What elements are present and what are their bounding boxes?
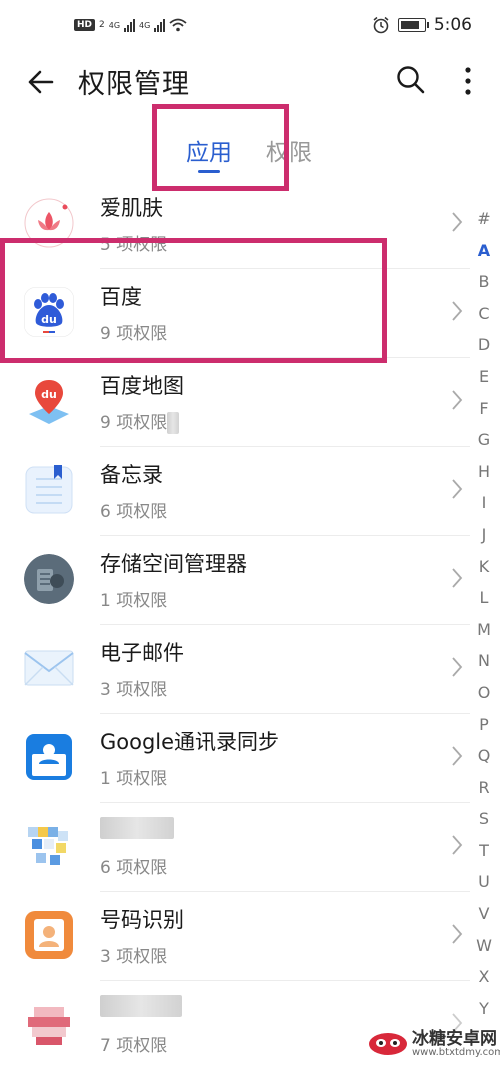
blurred-text: [167, 412, 180, 434]
wifi-icon: [169, 18, 187, 32]
permission-count: 3 项权限: [100, 947, 168, 967]
chevron-right-icon: [452, 479, 463, 499]
network-type-1: 4G: [108, 20, 121, 30]
watermark-text: 冰糖安卓网 www.btxtdmy.com: [412, 1030, 500, 1058]
signal-icon: [124, 18, 136, 32]
search-icon[interactable]: [395, 64, 427, 96]
chevron-right-icon: [452, 568, 463, 588]
notepad-icon: [25, 465, 73, 514]
index-letter[interactable]: #: [470, 203, 498, 235]
index-letter[interactable]: E: [470, 361, 498, 393]
index-letter[interactable]: L: [470, 582, 498, 614]
app-name: 百度地图: [100, 374, 184, 398]
hd-indicator: HD: [74, 19, 96, 31]
status-left: HD 2 4G 4G: [74, 18, 187, 32]
storage-cleaner-icon: [24, 554, 74, 604]
list-item-baidu-map[interactable]: du 百度地图 9 项权限: [0, 358, 470, 447]
battery-icon: [397, 18, 429, 32]
network-type-2: 4G: [139, 20, 151, 30]
index-letter[interactable]: U: [470, 866, 498, 898]
envelope-icon: [24, 650, 74, 686]
index-letter[interactable]: A: [470, 235, 498, 267]
chevron-right-icon: [452, 390, 463, 410]
status-bar: HD 2 4G 4G 5:06: [0, 0, 500, 58]
app-name: [100, 815, 174, 839]
chevron-right-icon: [452, 924, 463, 944]
watermark-url: www.btxtdmy.com: [412, 1047, 500, 1058]
permission-count: 1 项权限: [100, 769, 168, 789]
permission-count-text: 9 项权限: [100, 413, 168, 433]
list-item-google-contacts-sync[interactable]: Google通讯录同步 1 项权限: [0, 714, 470, 803]
blurred-text: [100, 995, 182, 1017]
chevron-right-icon: [452, 746, 463, 766]
alphabet-index[interactable]: # A B C D E F G H I J K L M N O P Q R S T U V W X Y: [470, 203, 498, 1024]
page-title: 权限管理: [78, 69, 190, 100]
index-letter[interactable]: Q: [470, 740, 498, 772]
app-bar: 权限管理: [0, 58, 500, 108]
list-item-notes[interactable]: 备忘录 6 项权限: [0, 447, 470, 536]
index-letter[interactable]: V: [470, 898, 498, 930]
permission-count: 1 项权限: [100, 591, 168, 611]
app-name: 备忘录: [100, 463, 163, 487]
list-item-caller-id[interactable]: 号码识别 3 项权限: [0, 892, 470, 981]
caller-id-icon: [25, 911, 73, 959]
chevron-right-icon: [452, 835, 463, 855]
index-letter[interactable]: F: [470, 393, 498, 425]
index-letter[interactable]: G: [470, 424, 498, 456]
list-item-blurred-app[interactable]: 6 项权限: [0, 803, 470, 892]
watermark: 冰糖安卓网 www.btxtdmy.com: [368, 1030, 500, 1058]
index-letter[interactable]: P: [470, 709, 498, 741]
highlight-box-tabs: [152, 104, 289, 191]
highlight-box-baidu: [0, 238, 387, 363]
blurred-app-icon: [28, 1007, 70, 1045]
permission-count: 9 项权限: [100, 408, 180, 434]
chevron-right-icon: [452, 212, 463, 232]
blurred-text: [100, 817, 174, 839]
permission-count: 6 项权限: [100, 502, 168, 522]
app-name: [100, 993, 182, 1017]
list-item-email[interactable]: 电子邮件 3 项权限: [0, 625, 470, 714]
chevron-right-icon: [452, 301, 463, 321]
index-letter[interactable]: D: [470, 329, 498, 361]
index-letter[interactable]: J: [470, 519, 498, 551]
app-name: 爱肌肤: [100, 196, 163, 220]
index-letter[interactable]: R: [470, 772, 498, 804]
app-name: Google通讯录同步: [100, 730, 280, 754]
app-name: 电子邮件: [100, 641, 184, 665]
more-vertical-icon[interactable]: [456, 64, 480, 98]
index-letter[interactable]: O: [470, 677, 498, 709]
alarm-icon: [373, 16, 389, 34]
chevron-right-icon: [452, 657, 463, 677]
contacts-icon: [26, 734, 72, 780]
clock: 5:06: [433, 15, 472, 35]
index-letter[interactable]: N: [470, 645, 498, 677]
index-letter[interactable]: H: [470, 456, 498, 488]
index-letter[interactable]: Y: [470, 993, 498, 1025]
app-name: 号码识别: [100, 908, 184, 932]
svg-text:du: du: [41, 388, 57, 401]
permission-count: 7 项权限: [100, 1036, 168, 1056]
index-letter[interactable]: M: [470, 614, 498, 646]
blurred-app-icon: [28, 827, 68, 865]
app-name: 存储空间管理器: [100, 552, 247, 576]
map-pin-icon: du: [29, 380, 69, 424]
watermark-logo-icon: [369, 1033, 407, 1055]
back-arrow-icon[interactable]: [24, 64, 60, 100]
index-letter[interactable]: B: [470, 266, 498, 298]
index-letter[interactable]: W: [470, 930, 498, 962]
index-letter[interactable]: S: [470, 803, 498, 835]
permission-count: 3 项权限: [100, 680, 168, 700]
list-item-storage-manager[interactable]: 存储空间管理器 1 项权限: [0, 536, 470, 625]
hd-sub: 2: [99, 20, 105, 30]
index-letter[interactable]: T: [470, 835, 498, 867]
permission-count: 6 项权限: [100, 858, 168, 878]
signal-icon: [154, 18, 166, 32]
watermark-title: 冰糖安卓网: [412, 1029, 497, 1049]
status-right: 5:06: [372, 15, 472, 35]
index-letter[interactable]: C: [470, 298, 498, 330]
index-letter[interactable]: X: [470, 961, 498, 993]
index-letter[interactable]: I: [470, 487, 498, 519]
index-letter[interactable]: K: [470, 551, 498, 583]
